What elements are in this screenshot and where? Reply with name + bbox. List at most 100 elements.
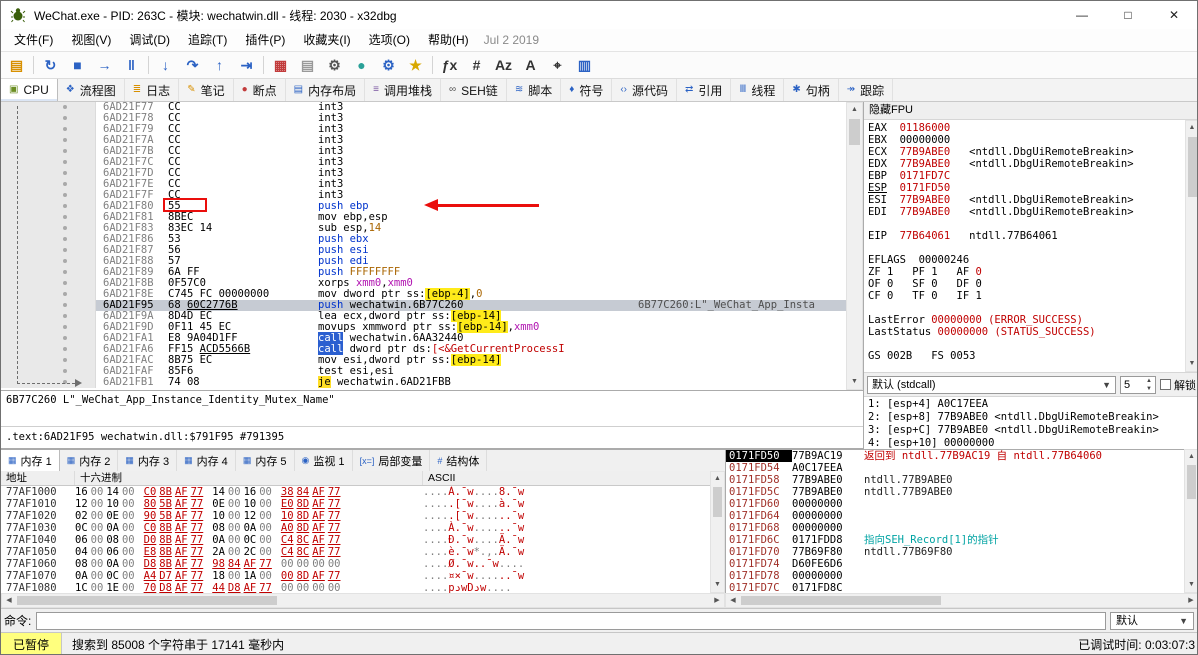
register-line[interactable]: ESI 77B9ABE0 <ntdll.DbgUiRemoteBreakin>: [868, 194, 1197, 206]
execute-till-return-button[interactable]: ↑: [206, 53, 233, 77]
stack-row[interactable]: 0171FD6C 0171FDD8 指向SEH_Record[1]的指针: [726, 534, 1184, 546]
tab-log[interactable]: ≣ 日志: [125, 79, 180, 101]
menu-帮助H[interactable]: 帮助(H): [419, 33, 478, 47]
assembler-hash-button[interactable]: #: [463, 53, 490, 77]
find-a-button[interactable]: A: [517, 53, 544, 77]
dump-row[interactable]: 77AF1050 04 00 06 00 E8 8B AF 77 2A 00 2C 00 C4 8C AF 77…: [1, 546, 710, 558]
tab-script[interactable]: ≋ 脚本: [507, 79, 562, 101]
menu-视图V[interactable]: 视图(V): [62, 33, 120, 47]
notes-button[interactable]: ▤: [294, 53, 321, 77]
tab-handles[interactable]: ✱ 句柄: [784, 79, 839, 101]
tab-trace[interactable]: ↠ 跟踪: [839, 79, 894, 101]
tab-notes[interactable]: ✎ 笔记: [179, 79, 234, 101]
pause-button[interactable]: ‖: [118, 53, 145, 77]
step-over-button[interactable]: ↷: [179, 53, 206, 77]
stop-button[interactable]: ■: [64, 53, 91, 77]
tab-struct[interactable]: # 结构体: [430, 450, 488, 471]
command-input[interactable]: [36, 611, 1106, 630]
register-line[interactable]: [868, 302, 1197, 314]
stack-argument[interactable]: 1: [esp+4] A0C17EEA: [868, 398, 1197, 411]
step-into-button[interactable]: ↓: [152, 53, 179, 77]
register-line[interactable]: EDI 77B9ABE0 <ntdll.DbgUiRemoteBreakin>: [868, 206, 1197, 218]
menu-收藏夹I[interactable]: 收藏夹(I): [294, 33, 359, 47]
tab-cpu[interactable]: ▣ CPU: [1, 79, 58, 101]
tab-references[interactable]: ⇄ 引用: [677, 79, 732, 101]
dump-view[interactable]: 77AF1000 16 00 14 00 C0 8B AF 77 14 00 16 00 38 84 AF 77…: [1, 486, 710, 593]
disasm-row[interactable]: 6AD21FB1 74 08 je wechatwin.6AD21FBB: [1, 376, 846, 388]
scroll-up-icon[interactable]: ▲: [847, 103, 862, 117]
tab-source[interactable]: ‹› 源代码: [612, 79, 678, 101]
settings-gear-button[interactable]: ⚙: [321, 53, 348, 77]
register-line[interactable]: EBX 00000000: [868, 134, 1197, 146]
tab-dump-3[interactable]: ▦ 内存 3: [118, 450, 178, 471]
favourites-star-button[interactable]: ★: [402, 53, 429, 77]
minimize-button[interactable]: —: [1059, 1, 1105, 29]
stack-row[interactable]: 0171FD7C 0171FD8C: [726, 582, 1184, 593]
register-line[interactable]: EBP 0171FD7C: [868, 170, 1197, 182]
dump-hscrollbar[interactable]: ◀ ▶: [1, 593, 725, 608]
dump-row[interactable]: 77AF1040 06 00 08 00 D0 8B AF 77 0A 00 0C 00 C4 8C AF 77…: [1, 534, 710, 546]
scroll-right-icon[interactable]: ▶: [710, 594, 724, 607]
stack-row[interactable]: 0171FD60 00000000: [726, 498, 1184, 510]
patches-button[interactable]: ▦: [267, 53, 294, 77]
register-line[interactable]: EIP 77B64061 ntdll.77B64061: [868, 230, 1197, 242]
register-line[interactable]: CF 0 TF 0 IF 1: [868, 290, 1197, 302]
dump-row[interactable]: 77AF1010 12 00 10 00 80 5B AF 77 0E 00 10 00 E0 8D AF 77…: [1, 498, 710, 510]
register-line[interactable]: [868, 218, 1197, 230]
scroll-up-icon[interactable]: ▲: [1186, 121, 1197, 135]
close-button[interactable]: ✕: [1151, 1, 1197, 29]
scroll-up-icon[interactable]: ▲: [1185, 450, 1197, 464]
dump-row[interactable]: 77AF1020 02 00 0E 00 90 5B AF 77 10 00 12 00 10 8D AF 77…: [1, 510, 710, 522]
stack-scrollbar[interactable]: ▲ ▼: [1184, 449, 1197, 593]
open-file-button[interactable]: ▤: [3, 53, 30, 77]
register-line[interactable]: LastStatus 00000000 (STATUS_SUCCESS): [868, 326, 1197, 338]
dump-row[interactable]: 77AF1060 08 00 0A 00 D8 8B AF 77 98 84 AF 77 00 00 00 00…: [1, 558, 710, 570]
register-line[interactable]: ZF 1 PF 1 AF 0: [868, 266, 1197, 278]
scroll-right-icon[interactable]: ▶: [1184, 594, 1197, 607]
tab-dump-2[interactable]: ▦ 内存 2: [60, 450, 119, 471]
stack-argument[interactable]: 2: [esp+8] 77B9ABE0 <ntdll.DbgUiRemoteBr…: [868, 411, 1197, 424]
tab-threads[interactable]: Ⅲ 线程: [731, 79, 785, 101]
stack-row[interactable]: 0171FD74 D60FE6D6: [726, 558, 1184, 570]
register-line[interactable]: ESP 0171FD50: [868, 182, 1197, 194]
dump-scrollbar[interactable]: ▲ ▼: [710, 471, 725, 593]
hide-fpu-button[interactable]: 隐藏FPU: [864, 102, 1197, 120]
stack-row[interactable]: 0171FD54 A0C17EEA: [726, 462, 1184, 474]
calling-convention-select[interactable]: 默认 (stdcall) ▼: [867, 375, 1116, 394]
dump-row[interactable]: 77AF1000 16 00 14 00 C0 8B AF 77 14 00 16 00 38 84 AF 77…: [1, 486, 710, 498]
register-line[interactable]: [868, 338, 1197, 350]
stack-row[interactable]: 0171FD70 77B69F80 ntdll.77B69F80: [726, 546, 1184, 558]
tab-dump-5[interactable]: ▦ 内存 5: [236, 450, 295, 471]
register-line[interactable]: LastError 00000000 (ERROR_SUCCESS): [868, 314, 1197, 326]
tab-graph[interactable]: ❖ 流程图: [58, 79, 125, 101]
registers-panel[interactable]: 隐藏FPU EAX 01186000 EBX 00000000 ECX 77B9AB…: [863, 102, 1197, 449]
stack-hscrollbar[interactable]: ◀ ▶: [725, 593, 1197, 608]
menu-文件F[interactable]: 文件(F): [5, 33, 62, 47]
tab-seh[interactable]: ∞ SEH链: [441, 79, 507, 101]
dump-row[interactable]: 77AF1080 1C 00 1E 00 70 D8 AF 77 44 D8 AF 77 00 00 00 00…: [1, 582, 710, 593]
find-pattern-button[interactable]: ⌖: [544, 53, 571, 77]
disasm-scrollbar[interactable]: ▲ ▼: [846, 102, 863, 390]
tab-dump-4[interactable]: ▦ 内存 4: [177, 450, 236, 471]
scroll-down-icon[interactable]: ▼: [711, 578, 724, 592]
tab-memory-map[interactable]: ▤ 内存布局: [286, 79, 366, 101]
stack-argument[interactable]: 3: [esp+C] 77B9ABE0 <ntdll.DbgUiRemoteBr…: [868, 424, 1197, 437]
register-line[interactable]: EFLAGS 00000246: [868, 254, 1197, 266]
argument-count-spinner[interactable]: 5 ▲ ▼: [1120, 375, 1156, 394]
strings-az-button[interactable]: Az: [490, 53, 517, 77]
register-line[interactable]: ECX 77B9ABE0 <ntdll.DbgUiRemoteBreakin>: [868, 146, 1197, 158]
scroll-down-icon[interactable]: ▼: [1186, 357, 1197, 371]
menu-选项O[interactable]: 选项(O): [360, 33, 419, 47]
tab-dump-1[interactable]: ▦ 内存 1: [1, 450, 60, 471]
register-line[interactable]: EDX 77B9ABE0 <ntdll.DbgUiRemoteBreakin>: [868, 158, 1197, 170]
scroll-up-icon[interactable]: ▲: [711, 472, 724, 486]
lock-checkbox[interactable]: 解锁: [1160, 377, 1196, 393]
menu-追踪T[interactable]: 追踪(T): [179, 33, 236, 47]
tab-call-stack[interactable]: ≡ 调用堆栈: [365, 79, 441, 101]
stack-view[interactable]: 0171FD50 77B9AC19 返回到 ntdll.77B9AC19 自 ntd…: [725, 449, 1184, 593]
run-to-cursor-button[interactable]: ⇥: [233, 53, 260, 77]
stack-arguments[interactable]: 1: [esp+4] A0C17EEA 2: [esp+8] 77B9ABE0 <…: [864, 396, 1197, 449]
tab-watch[interactable]: ◉ 监视 1: [295, 450, 353, 471]
dump-row[interactable]: 77AF1030 0C 00 0A 00 C0 8B AF 77 08 00 0A 00 A0 8D AF 77…: [1, 522, 710, 534]
attach-button[interactable]: ▥: [571, 53, 598, 77]
